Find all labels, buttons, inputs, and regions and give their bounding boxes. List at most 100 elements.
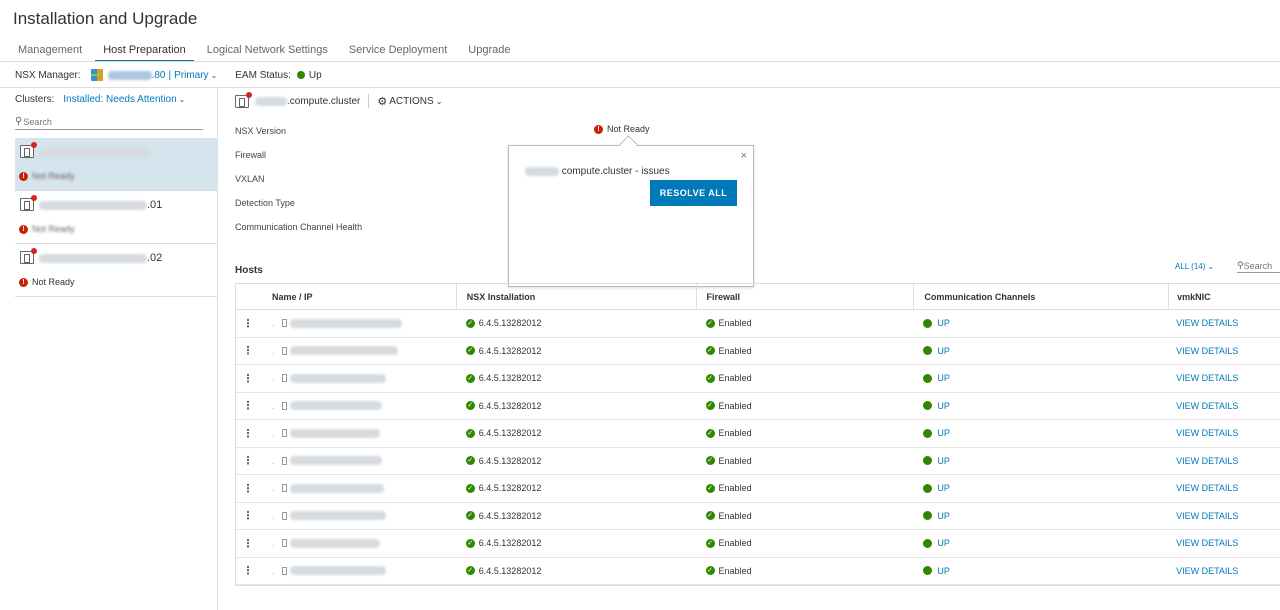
host-name-cell: . bbox=[260, 448, 456, 475]
column-nsx-installation[interactable]: NSX Installation bbox=[455, 284, 696, 309]
table-row[interactable]: ⋮. ✓ 6.4.5.13282012 ✓ Enabled UP VIEW DETAILS bbox=[236, 503, 1280, 530]
status-up-icon bbox=[296, 71, 305, 79]
host-icon bbox=[282, 566, 288, 575]
cluster-icon bbox=[235, 91, 252, 108]
table-row[interactable]: ⋮. ✓ 6.4.5.13282012 ✓ Enabled UP VIEW DETAILS bbox=[236, 420, 1280, 448]
kebab-menu-icon[interactable]: ⋮ bbox=[236, 475, 260, 502]
view-details-link[interactable]: VIEW DETAILS bbox=[1176, 538, 1238, 548]
host-icon bbox=[282, 401, 288, 410]
status-up-icon bbox=[923, 428, 933, 438]
kebab-menu-icon[interactable]: ⋮ bbox=[236, 530, 260, 557]
communication-channels-cell: UP bbox=[913, 310, 1168, 337]
column-vmknic[interactable]: vmkNIC bbox=[1168, 284, 1280, 309]
tab-upgrade[interactable]: Upgrade bbox=[460, 38, 518, 62]
nsx-installation-cell: ✓ 6.4.5.13282012 bbox=[465, 510, 542, 521]
check-circle-icon: ✓ bbox=[465, 401, 475, 411]
actions-menu-button[interactable]: ⚙ ACTIONS ⌄ bbox=[377, 95, 442, 108]
hosts-search-input[interactable] bbox=[1243, 260, 1278, 271]
search-icon: ⚲ bbox=[1237, 260, 1244, 270]
nsx-installation-cell: ✓ 6.4.5.13282012 bbox=[465, 565, 542, 576]
table-row[interactable]: ⋮. ✓ 6.4.5.13282012 ✓ Enabled UP VIEW DETAILS bbox=[236, 365, 1280, 393]
close-icon[interactable]: × bbox=[741, 150, 747, 162]
nsx-manager-role: Primary bbox=[174, 69, 209, 81]
table-row[interactable]: ⋮. ✓ 6.4.5.13282012 ✓ Enabled UP VIEW DETAILS bbox=[236, 475, 1280, 503]
clusters-filter-dropdown[interactable]: Installed: Needs Attention ⌄ bbox=[63, 94, 185, 105]
tab-management[interactable]: Management bbox=[10, 38, 90, 62]
nsx-manager-selector[interactable]: .80 | Primary ⌄ bbox=[107, 69, 218, 81]
nsx-installation-cell: ✓ 6.4.5.13282012 bbox=[465, 400, 542, 411]
clusters-panel: Clusters: Installed: Needs Attention ⌄ ⚲ … bbox=[0, 88, 218, 610]
tab-logical-network-settings[interactable]: Logical Network Settings bbox=[199, 38, 336, 62]
tab-host-preparation[interactable]: Host Preparation bbox=[95, 38, 194, 62]
view-details-link[interactable]: VIEW DETAILS bbox=[1176, 428, 1238, 438]
kebab-menu-icon[interactable]: ⋮ bbox=[236, 393, 260, 420]
vmknic-cell: VIEW DETAILS bbox=[1168, 530, 1280, 557]
table-row[interactable]: ⋮. ✓ 6.4.5.13282012 ✓ Enabled UP VIEW DETAILS bbox=[236, 338, 1280, 365]
status-up-icon bbox=[923, 538, 933, 548]
column-communication-channels[interactable]: Communication Channels bbox=[913, 284, 1168, 309]
chevron-down-icon: ⌄ bbox=[210, 70, 218, 80]
kebab-menu-icon[interactable]: ⋮ bbox=[236, 558, 260, 585]
resolve-all-button[interactable]: RESOLVE ALL bbox=[650, 180, 737, 206]
view-details-link[interactable]: VIEW DETAILS bbox=[1176, 483, 1238, 493]
table-row[interactable]: ⋮. ✓ 6.4.5.13282012 ✓ Enabled UP VIEW DETAILS bbox=[236, 558, 1280, 585]
hosts-table-header: Name / IP NSX Installation Firewall Comm… bbox=[236, 284, 1280, 310]
vmknic-cell: VIEW DETAILS bbox=[1168, 420, 1280, 447]
cluster-icon bbox=[20, 195, 37, 214]
table-row[interactable]: ⋮. ✓ 6.4.5.13282012 ✓ Enabled UP VIEW DETAILS bbox=[236, 448, 1280, 475]
kebab-menu-icon[interactable]: ⋮ bbox=[236, 310, 260, 337]
cluster-icon bbox=[20, 142, 37, 161]
check-circle-icon: ✓ bbox=[465, 538, 475, 548]
cluster-item[interactable]: .01 ! Not Ready bbox=[15, 191, 218, 244]
redacted-name bbox=[525, 166, 559, 176]
redacted-host-name bbox=[290, 318, 403, 328]
table-row[interactable]: ⋮. ✓ 6.4.5.13282012 ✓ Enabled UP VIEW DETAILS bbox=[236, 310, 1280, 338]
view-details-link[interactable]: VIEW DETAILS bbox=[1176, 401, 1238, 411]
prop-firewall: Firewall bbox=[235, 150, 267, 160]
check-circle-icon: ✓ bbox=[705, 346, 715, 356]
communication-channels-cell: UP bbox=[913, 530, 1168, 557]
redacted-name bbox=[39, 200, 147, 210]
table-row[interactable]: ⋮. ✓ 6.4.5.13282012 ✓ Enabled UP VIEW DETAILS bbox=[236, 530, 1280, 558]
kebab-menu-icon[interactable]: ⋮ bbox=[236, 420, 260, 447]
host-icon bbox=[282, 319, 288, 328]
cluster-status: ! Not Ready bbox=[19, 277, 75, 287]
hosts-filter-dropdown[interactable]: ALL (14) ⌄ bbox=[1175, 262, 1214, 271]
kebab-menu-icon[interactable]: ⋮ bbox=[236, 448, 260, 475]
table-row[interactable]: ⋮. ✓ 6.4.5.13282012 ✓ Enabled UP VIEW DETAILS bbox=[236, 393, 1280, 420]
status-up-icon bbox=[923, 401, 933, 411]
view-details-link[interactable]: VIEW DETAILS bbox=[1176, 511, 1238, 521]
cluster-item[interactable]: ! Not Ready bbox=[15, 138, 218, 191]
view-details-link[interactable]: VIEW DETAILS bbox=[1176, 566, 1238, 576]
tab-bar: Management Host Preparation Logical Netw… bbox=[10, 38, 523, 62]
firewall-cell: ✓ Enabled bbox=[705, 483, 752, 494]
nsx-version-status[interactable]: ! Not Ready bbox=[594, 124, 650, 134]
check-circle-icon: ✓ bbox=[705, 401, 715, 411]
hosts-title: Hosts bbox=[235, 265, 263, 276]
check-circle-icon: ✓ bbox=[465, 483, 475, 493]
kebab-menu-icon[interactable]: ⋮ bbox=[236, 338, 260, 365]
view-details-link[interactable]: VIEW DETAILS bbox=[1176, 346, 1238, 356]
eam-status-label: EAM Status: bbox=[235, 69, 291, 81]
nsx-installation-cell: ✓ 6.4.5.13282012 bbox=[465, 428, 542, 439]
hosts-table: Name / IP NSX Installation Firewall Comm… bbox=[235, 283, 1280, 586]
column-name-ip[interactable]: Name / IP bbox=[260, 284, 456, 309]
tab-service-deployment[interactable]: Service Deployment bbox=[341, 38, 455, 62]
firewall-cell: ✓ Enabled bbox=[705, 538, 752, 549]
issues-popover: × compute.cluster - issues RESOLVE ALL bbox=[508, 145, 754, 287]
redacted-host-name bbox=[290, 511, 387, 521]
kebab-menu-icon[interactable]: ⋮ bbox=[236, 365, 260, 392]
view-details-link[interactable]: VIEW DETAILS bbox=[1176, 373, 1238, 383]
page-title: Installation and Upgrade bbox=[13, 9, 198, 28]
view-details-link[interactable]: VIEW DETAILS bbox=[1176, 456, 1238, 466]
detail-cluster-name: .compute.cluster bbox=[287, 95, 361, 107]
status-up-icon bbox=[923, 318, 933, 328]
status-up-icon bbox=[923, 483, 933, 493]
clusters-label: Clusters: bbox=[15, 94, 55, 105]
view-details-link[interactable]: VIEW DETAILS bbox=[1176, 318, 1238, 328]
clusters-search-input[interactable] bbox=[23, 116, 184, 127]
kebab-menu-icon[interactable]: ⋮ bbox=[236, 503, 260, 530]
cluster-item[interactable]: .02 ! Not Ready bbox=[15, 244, 218, 297]
column-firewall[interactable]: Firewall bbox=[695, 284, 914, 309]
communication-channels-cell: UP bbox=[913, 503, 1168, 530]
